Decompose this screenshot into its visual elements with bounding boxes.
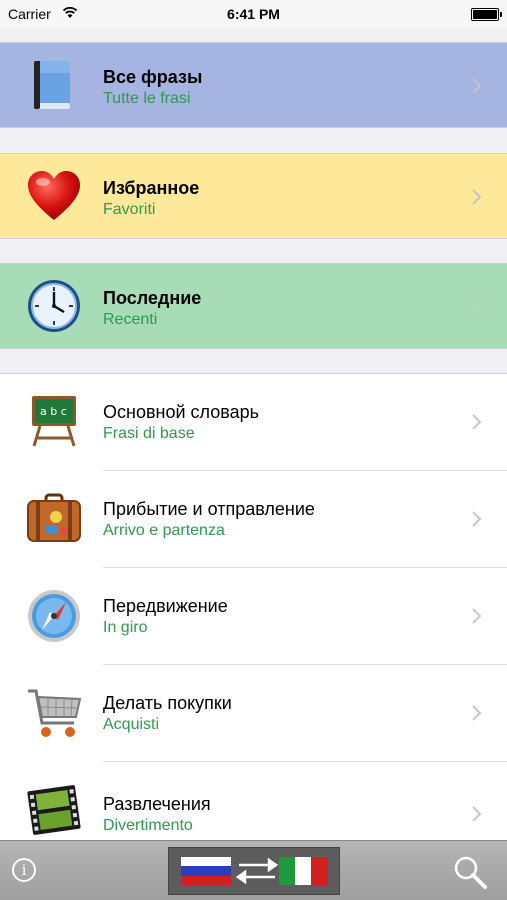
chevron-right-icon [472, 299, 482, 315]
section-recent[interactable]: Последние Recenti [0, 263, 507, 349]
section-title: Последние [103, 288, 202, 308]
chevron-right-icon [472, 78, 482, 94]
info-icon[interactable]: i [12, 858, 36, 882]
list-item-basic-phrases[interactable]: a b c Основной словарь Frasi di base [0, 374, 507, 471]
russian-flag-icon [181, 857, 231, 885]
clock-icon [28, 280, 80, 332]
section-subtitle: Favoriti [103, 201, 156, 218]
category-title: Прибытие и отправление [103, 499, 315, 519]
list-item-arrival-departure[interactable]: Прибытие и отправление Arrivo e partenza [0, 471, 507, 568]
category-title: Развлечения [103, 794, 211, 814]
bottom-toolbar: i [0, 840, 507, 900]
search-icon[interactable] [452, 854, 488, 890]
heart-icon [28, 171, 80, 220]
suitcase-icon [27, 493, 81, 542]
category-subtitle: Frasi di base [103, 425, 195, 442]
category-subtitle: Divertimento [103, 817, 193, 834]
compass-icon [28, 590, 80, 642]
chevron-right-icon [472, 189, 482, 205]
chevron-right-icon [472, 705, 482, 721]
category-title: Передвижение [103, 596, 228, 616]
clock-time: 6:41 PM [227, 6, 280, 22]
film-icon [27, 785, 81, 835]
category-subtitle: Arrivo e partenza [103, 522, 225, 539]
category-subtitle: Acquisti [103, 716, 160, 733]
book-icon [34, 61, 70, 109]
list-item-getting-around[interactable]: Передвижение In giro [0, 568, 507, 665]
category-subtitle: In giro [103, 619, 148, 636]
swap-arrows-icon [235, 857, 279, 885]
italian-flag-icon [279, 857, 328, 885]
svg-text:a b c: a b c [40, 405, 67, 418]
chalkboard-icon: a b c [32, 396, 76, 447]
section-title: Все фразы [103, 67, 203, 87]
section-subtitle: Recenti [103, 311, 158, 328]
shopping-cart-icon [28, 689, 82, 737]
language-switch-button[interactable] [168, 847, 340, 895]
section-subtitle: Tutte le frasi [103, 90, 191, 107]
status-bar: Carrier 6:41 PM [0, 0, 507, 28]
battery-icon [471, 8, 502, 21]
category-title: Основной словарь [103, 402, 259, 422]
category-title: Делать покупки [103, 693, 232, 713]
chevron-right-icon [472, 511, 482, 527]
section-favorites[interactable]: Избранное Favoriti [0, 153, 507, 239]
section-title: Избранное [103, 178, 200, 198]
language-switch-graphic [181, 857, 328, 885]
list-item-shopping[interactable]: Делать покупки Acquisti [0, 665, 507, 762]
list-item-entertainment[interactable]: Развлечения Divertimento [0, 762, 507, 840]
chevron-right-icon [472, 414, 482, 430]
chevron-right-icon [472, 806, 482, 822]
chevron-right-icon [472, 608, 482, 624]
section-all-phrases[interactable]: Все фразы Tutte le frasi [0, 42, 507, 128]
